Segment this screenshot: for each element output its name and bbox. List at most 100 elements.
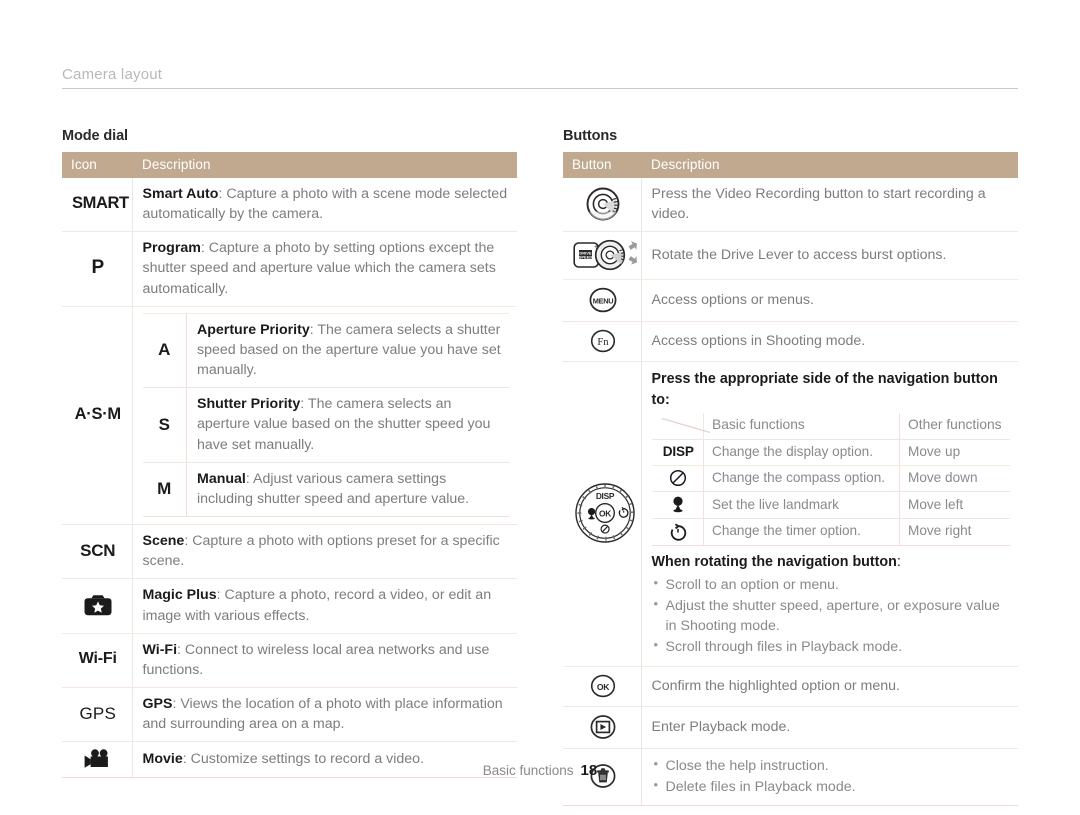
scn-icon: SCN (80, 541, 116, 561)
mode-icon-smart: SMART (62, 178, 133, 233)
svg-text:OK: OK (599, 509, 611, 519)
table-row: Wi-Fi Wi-Fi: Connect to wireless local a… (62, 633, 517, 688)
table-row: Enter Playback mode. (563, 706, 1018, 749)
table-row: S Shutter Priority: The camera selects a… (142, 387, 509, 463)
table-header-row: Icon Description (62, 152, 517, 178)
wifi-icon: Wi-Fi (78, 650, 117, 668)
svg-text:OK: OK (597, 681, 610, 691)
mode-term: Program (142, 240, 201, 257)
navsub-basic: Change the compass option. (703, 465, 900, 492)
button-description: Confirm the highlighted option or menu. (641, 666, 1018, 707)
list-item: Delete files in Playback mode. (652, 776, 1011, 797)
sub-description: Aperture Priority: The camera selects a … (186, 312, 509, 389)
table-row: Press the Video Recording button to star… (563, 178, 1018, 233)
table-header-row: Basic functions Other functions (651, 412, 1010, 440)
button-icon-drive-lever: DRIVE SPEED + (563, 231, 642, 281)
button-icon-video-recording (563, 178, 642, 233)
table-row: Change the compass option. Move down (651, 465, 1010, 492)
sub-icon-aperture-priority: A (142, 312, 187, 389)
mode-description: Program: Capture a photo by setting opti… (132, 231, 517, 307)
sub-term: Aperture Priority (197, 321, 310, 338)
video-recording-button-icon (585, 186, 621, 222)
table-row: A Aperture Priority: The camera selects … (142, 312, 509, 389)
navsub-key-compass (651, 465, 704, 492)
menu-button-icon: MENU (587, 286, 619, 314)
button-description: Press the Video Recording button to star… (641, 178, 1018, 233)
button-description: Enter Playback mode. (641, 706, 1018, 749)
mode-dial-column: Mode dial Icon Description SMART Smart A… (62, 128, 517, 806)
sub-icon-manual: M (142, 462, 187, 518)
buttons-column: Buttons Button Description Press the Vid… (563, 128, 1018, 806)
navigation-description: Press the appropriate side of the naviga… (641, 361, 1018, 667)
sub-icon-shutter-priority: S (142, 387, 187, 463)
mode-description: Magic Plus: Capture a photo, record a vi… (132, 578, 517, 634)
table-row: A·S·M A Aperture Priority: The camera se… (62, 306, 517, 526)
navigation-press-heading: Press the appropriate side of the naviga… (651, 371, 998, 408)
button-description: Access options in Shooting mode. (641, 321, 1018, 363)
playback-button-icon (588, 713, 618, 741)
mode-term: Scene (142, 533, 185, 550)
mode-description: Smart Auto: Capture a photo with a scene… (132, 178, 517, 233)
running-head-rule (62, 88, 1018, 89)
navigation-rotate-bullets: Scroll to an option or menu. Adjust the … (652, 574, 1011, 658)
footer-section-name: Basic functions (482, 763, 574, 778)
table-row: Set the live landmark Move left (651, 491, 1010, 519)
mode-description: Scene: Capture a photo with options pres… (132, 524, 517, 580)
mode-term: GPS (142, 695, 173, 712)
navsub-other: Move up (908, 443, 961, 459)
table-row-navigation: DISP OK Press the appropriate side of th… (563, 361, 1018, 667)
navsub-key-timer (651, 518, 704, 546)
buttons-table: Button Description Press the Video Recor… (563, 152, 1018, 806)
table-row: SMART Smart Auto: Capture a photo with a… (62, 178, 517, 233)
landmark-icon (669, 495, 687, 514)
mode-dial-table: Icon Description SMART Smart Auto: Captu… (62, 152, 517, 779)
navsub-other: Move left (908, 496, 964, 512)
button-icon-ok: OK (563, 666, 642, 707)
page-number: 18 (580, 762, 598, 779)
asm-subtable: A Aperture Priority: The camera selects … (142, 312, 509, 518)
ok-button-icon: OK (588, 673, 618, 699)
navsub-header-other: Other functions (908, 416, 1002, 432)
column-header-description: Description (132, 152, 517, 178)
column-header-description: Description (641, 152, 1018, 178)
manual-page: Camera layout Mode dial Icon Description (0, 0, 1080, 815)
svg-text:SPEED: SPEED (579, 255, 593, 260)
table-row: DISP Change the display option. Move up (651, 439, 1010, 466)
navigation-rotate-heading-colon: : (896, 553, 901, 570)
smart-icon: SMART (72, 194, 129, 213)
asm-icon: A·S·M (74, 405, 121, 424)
timer-icon (669, 523, 687, 541)
button-description: Rotate the Drive Lever to access burst o… (641, 231, 1018, 281)
sub-term: Manual (197, 470, 246, 487)
navigation-subtable: Basic functions Other functions DISP Cha… (651, 412, 1010, 546)
table-row: P Program: Capture a photo by setting op… (62, 231, 517, 307)
mode-icon-magic-plus (62, 578, 133, 634)
mode-term: Smart Auto (142, 186, 219, 202)
sub-description: Shutter Priority: The camera selects an … (186, 387, 509, 463)
mode-dial-title: Mode dial (62, 128, 128, 144)
navsub-corner (651, 412, 710, 440)
table-row: MENU Access options or menus. (563, 279, 1018, 323)
list-item: Scroll to an option or menu. (652, 574, 1011, 595)
table-header-row: Button Description (563, 152, 1018, 178)
navsub-basic: Change the timer option. (703, 518, 900, 546)
navsub-other: Move right (908, 523, 972, 539)
navsub-basic: Set the live landmark (703, 491, 900, 519)
button-icon-playback (563, 706, 642, 749)
button-icon-fn: Fn (563, 321, 642, 363)
svg-text:MENU: MENU (592, 297, 613, 306)
drive-lever-icon: DRIVE SPEED + (573, 238, 639, 272)
navigation-rotate-heading-text: When rotating the navigation button (651, 553, 897, 570)
running-head-title: Camera layout (62, 66, 163, 83)
mode-term: Magic Plus (142, 587, 217, 604)
table-row: M Manual: Adjust various camera settings… (142, 462, 509, 518)
navigation-rotate-heading: When rotating the navigation button: (652, 552, 1011, 572)
mode-icon-scene: SCN (62, 524, 133, 580)
navsub-key-landmark (651, 491, 704, 519)
mode-icon-program: P (62, 231, 133, 307)
sub-description: Manual: Adjust various camera settings i… (186, 462, 509, 518)
column-header-button: Button (563, 152, 641, 178)
table-row: OK Confirm the highlighted option or men… (563, 666, 1018, 707)
table-row: GPS GPS: Views the location of a photo w… (62, 687, 517, 743)
list-item: Scroll through files in Playback mode. (652, 636, 1011, 657)
